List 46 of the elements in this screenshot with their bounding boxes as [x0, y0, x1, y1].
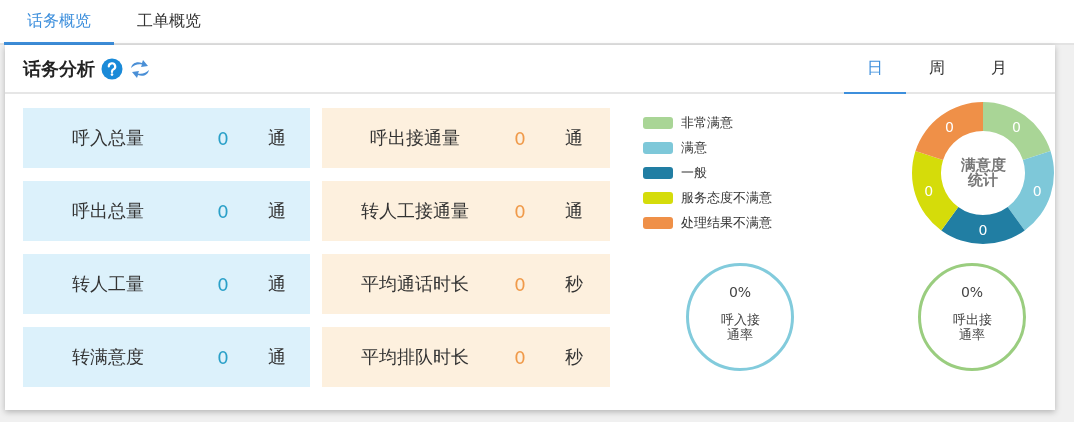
tab[interactable]: 工单概览: [114, 0, 224, 45]
rate-label: 呼入接通率: [720, 312, 760, 342]
stat-value: 0: [513, 273, 527, 295]
stat-value: 0: [513, 200, 527, 222]
stat-unit: 通: [267, 345, 287, 369]
rate-value: 0%: [960, 284, 984, 300]
help-icon[interactable]: [101, 57, 123, 80]
stat-label: 转满意度: [71, 345, 145, 369]
stat-label: 呼入总量: [71, 126, 145, 150]
stat-label: 转人工量: [71, 272, 145, 296]
donut-center-label: 满意度统计: [960, 158, 1006, 188]
stat-label: 呼出接通量: [369, 126, 461, 150]
stat-unit: 通: [564, 199, 584, 223]
stat-unit: 通: [267, 199, 287, 223]
stat-unit: 秒: [564, 272, 584, 296]
stat-label: 平均通话时长: [360, 272, 470, 296]
stat-value: 0: [513, 127, 527, 149]
segment-label: 0: [1012, 118, 1021, 135]
stat-label: 平均排队时长: [360, 345, 470, 369]
legend-label: 满意: [681, 138, 707, 157]
stat-label: 转人工接通量: [360, 199, 470, 223]
period-tab[interactable]: 月: [968, 45, 1030, 94]
refresh-icon[interactable]: [128, 58, 152, 79]
stat-unit: 秒: [564, 345, 584, 369]
segment-label: 0: [924, 182, 934, 199]
segment-label: 0: [945, 118, 954, 135]
legend-label: 服务态度不满意: [681, 188, 772, 207]
stat-value: 0: [513, 346, 527, 368]
segment-label: 0: [1032, 182, 1042, 199]
stat-unit: 通: [267, 126, 287, 150]
stat-value: 0: [216, 273, 230, 295]
legend-label: 一般: [681, 163, 707, 182]
panel-title: 话务分析: [23, 56, 95, 81]
segment-label: 0: [978, 222, 988, 238]
rate-value: 0%: [728, 284, 752, 300]
legend-label: 非常满意: [681, 113, 733, 132]
stat-unit: 通: [564, 126, 584, 150]
stat-value: 0: [216, 346, 230, 368]
stat-unit: 通: [267, 272, 287, 296]
period-tab[interactable]: 日: [844, 45, 906, 94]
stat-value: 0: [216, 200, 230, 222]
legend-label: 处理结果不满意: [681, 213, 772, 232]
stat-label: 呼出总量: [71, 199, 145, 223]
rate-label: 呼出接通率: [952, 312, 992, 342]
period-tab[interactable]: 周: [906, 45, 968, 94]
stat-value: 0: [216, 127, 230, 149]
